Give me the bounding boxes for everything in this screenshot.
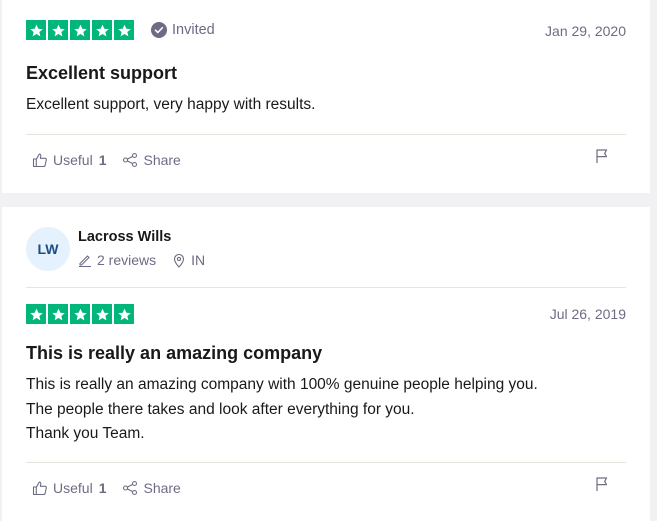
share-icon [123, 152, 138, 168]
avatar[interactable]: LW [26, 227, 70, 271]
pencil-icon [79, 255, 91, 267]
review-card: LW Lacross Wills 2 reviews IN Jul 26, 20… [2, 207, 650, 521]
location-pin-icon [174, 253, 185, 268]
flag-icon[interactable] [594, 476, 610, 492]
share-button[interactable]: Share [122, 480, 181, 496]
flag-icon[interactable] [594, 148, 610, 164]
review-header [26, 304, 134, 324]
divider [26, 462, 626, 463]
share-label: Share [143, 152, 181, 168]
useful-label: Useful [53, 152, 93, 168]
invited-badge[interactable]: Invited [151, 22, 215, 38]
useful-count: 1 [98, 480, 107, 496]
review-title[interactable]: This is really an amazing company [26, 343, 322, 364]
star-icon [70, 304, 90, 324]
star-icon [92, 20, 112, 40]
thumbs-up-icon [32, 481, 47, 496]
share-button[interactable]: Share [122, 152, 181, 168]
country-code: IN [191, 252, 206, 268]
useful-label: Useful [53, 480, 93, 496]
thumbs-up-icon [32, 153, 47, 168]
invited-label: Invited [172, 22, 215, 38]
review-body: This is really an amazing company with 1… [26, 373, 538, 447]
star-icon [26, 20, 46, 40]
star-icon [70, 20, 90, 40]
review-date: Jul 26, 2019 [549, 306, 626, 322]
review-body: Excellent support, very happy with resul… [26, 93, 315, 118]
review-body-line: This is really an amazing company with 1… [26, 376, 538, 393]
review-count-label: 2 reviews [97, 252, 157, 268]
review-actions: Useful 1 Share [32, 480, 197, 496]
reviewer-meta: 2 reviews IN [78, 252, 221, 268]
divider [26, 287, 626, 288]
review-date: Jan 29, 2020 [545, 23, 626, 39]
share-icon [123, 480, 138, 496]
review-count: 2 reviews [78, 252, 156, 268]
review-title[interactable]: Excellent support [26, 63, 177, 84]
review-body-line: The people there takes and look after ev… [26, 400, 415, 418]
useful-button[interactable]: Useful 1 [32, 480, 106, 496]
review-actions: Useful 1 Share [32, 152, 197, 168]
star-rating [26, 304, 134, 324]
reviewer-location: IN [172, 252, 205, 268]
verified-check-icon [151, 22, 167, 38]
star-icon [114, 304, 134, 324]
reviewer-name[interactable]: Lacross Wills [78, 229, 171, 245]
review-header: Invited [26, 20, 215, 40]
star-icon [92, 304, 112, 324]
star-rating [26, 20, 134, 40]
star-icon [48, 304, 68, 324]
star-icon [26, 304, 46, 324]
share-label: Share [143, 480, 181, 496]
useful-count: 1 [98, 152, 107, 168]
review-body-line: Excellent support, very happy with resul… [26, 96, 316, 113]
star-icon [48, 20, 68, 40]
useful-button[interactable]: Useful 1 [32, 152, 106, 168]
review-body-line: Thank you Team. [26, 425, 145, 442]
review-card: Invited Jan 29, 2020 Excellent support E… [2, 0, 650, 193]
divider [26, 134, 626, 135]
star-icon [114, 20, 134, 40]
